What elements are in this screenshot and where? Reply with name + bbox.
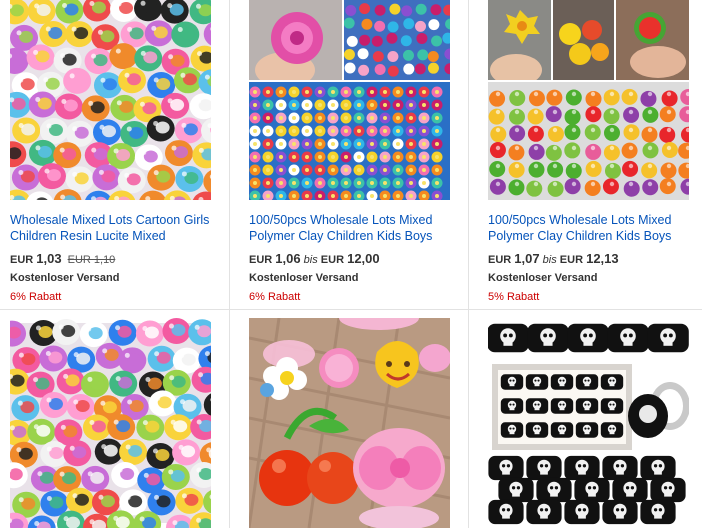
shipping-info: Kostenloser Versand bbox=[249, 272, 359, 284]
listing-title[interactable]: Wholesale Mixed Lots Cartoon Girls Child… bbox=[10, 212, 220, 244]
listing-title[interactable]: 100/50pcs Wholesale Lots Mixed Polymer C… bbox=[488, 212, 698, 244]
listing-grid: Wholesale Mixed Lots Cartoon Girls Child… bbox=[0, 0, 702, 528]
discount-badge: 6% Rabatt bbox=[249, 291, 301, 303]
listing-price: EUR 1,03 EUR 1,10 bbox=[10, 251, 116, 266]
column-divider bbox=[468, 0, 469, 528]
listing-price: EUR 1,07 bis EUR 12,13 bbox=[488, 251, 619, 266]
discount-badge: 5% Rabatt bbox=[488, 291, 540, 303]
listing-price: EUR 1,06 bis EUR 12,00 bbox=[249, 251, 380, 266]
product-image[interactable] bbox=[249, 0, 450, 200]
product-image[interactable] bbox=[10, 0, 211, 200]
shipping-info: Kostenloser Versand bbox=[10, 272, 120, 284]
row-divider bbox=[0, 309, 702, 310]
shipping-info: Kostenloser Versand bbox=[488, 272, 598, 284]
product-image[interactable] bbox=[10, 318, 211, 528]
product-image[interactable] bbox=[488, 0, 689, 200]
old-price: EUR 1,10 bbox=[67, 254, 116, 266]
discount-badge: 6% Rabatt bbox=[10, 291, 62, 303]
product-image[interactable] bbox=[488, 318, 689, 528]
column-divider bbox=[229, 0, 230, 528]
listing-title[interactable]: 100/50pcs Wholesale Lots Mixed Polymer C… bbox=[249, 212, 459, 244]
product-image[interactable] bbox=[249, 318, 450, 528]
